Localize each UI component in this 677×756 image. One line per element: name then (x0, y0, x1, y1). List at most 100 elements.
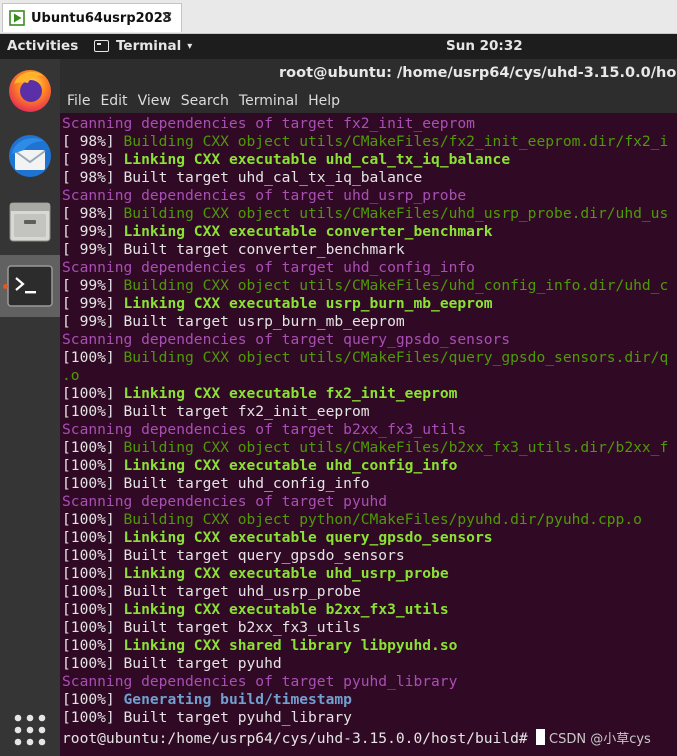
terminal-line: [100%] Generating build/timestamp (62, 691, 352, 709)
terminal-text-segment: root@ubuntu:/home/usrp64/cys/uhd-3.15.0.… (62, 730, 537, 747)
terminal-text-segment: Linking CXX executable b2xx_fx3_utils (123, 601, 449, 618)
vm-play-icon (9, 10, 25, 26)
terminal-text-segment: [100%] (62, 385, 124, 402)
terminal-line: Scanning dependencies of target uhd_usrp… (62, 187, 466, 205)
terminal-text-segment: [ 99%] Built target usrp_burn_mb_eeprom (62, 313, 405, 330)
terminal-text-segment: Scanning dependencies of target pyuhd (62, 493, 388, 510)
terminal-text-segment: [ 98%] (62, 133, 124, 150)
dock-item-thunderbird[interactable] (0, 125, 60, 187)
terminal-text-segment: Building CXX object utils/CMakeFiles/fx2… (123, 133, 669, 150)
menu-item-edit[interactable]: Edit (100, 93, 127, 109)
terminal-text-segment: Linking CXX executable query_gpsdo_senso… (123, 529, 493, 546)
terminal-line: [100%] Built target fx2_init_eeprom (62, 403, 370, 421)
terminal-text-segment: [100%] (62, 637, 124, 654)
terminal-line: [100%] Built target uhd_usrp_probe (62, 583, 361, 601)
dock-item-show-applications[interactable] (0, 699, 60, 756)
terminal-text-segment: .o (62, 367, 80, 384)
terminal-line: Scanning dependencies of target query_gp… (62, 331, 510, 349)
terminal-text-segment: [100%] Built target query_gpsdo_sensors (62, 547, 405, 564)
terminal-text-segment: [ 98%] (62, 205, 124, 222)
activities-button[interactable]: Activities (7, 38, 78, 54)
terminal-small-icon (94, 40, 109, 52)
terminal-line: [ 98%] Building CXX object utils/CMakeFi… (62, 205, 668, 223)
top-panel: Activities Terminal ▾ Sun 20:32 (0, 34, 677, 59)
terminal-line: [100%] Linking CXX executable query_gpsd… (62, 529, 493, 547)
terminal-line: Scanning dependencies of target pyuhd_li… (62, 673, 457, 691)
terminal-text-segment: Scanning dependencies of target query_gp… (62, 331, 511, 348)
terminal-text-segment: Building CXX object python/CMakeFiles/py… (123, 511, 642, 528)
terminal-line: [ 99%] Built target converter_benchmark (62, 241, 405, 259)
app-menu-label: Terminal (116, 38, 182, 54)
terminal-text-segment: Linking CXX executable usrp_burn_mb_eepr… (123, 295, 493, 312)
dock (0, 59, 60, 756)
terminal-text-segment: Linking CXX executable uhd_config_info (123, 457, 458, 474)
terminal-text-segment: Scanning dependencies of target uhd_conf… (62, 259, 475, 276)
terminal-text-segment: Linking CXX executable uhd_cal_tx_iq_bal… (123, 151, 511, 168)
terminal-text-segment: [100%] (62, 457, 124, 474)
vm-tab[interactable]: Ubuntu64usrp2023 ✕ (2, 3, 182, 32)
terminal-line: [100%] Linking CXX executable uhd_usrp_p… (62, 565, 449, 583)
terminal-text-segment: Scanning dependencies of target fx2_init… (62, 115, 475, 132)
terminal-line: [100%] Built target uhd_config_info (62, 475, 370, 493)
watermark: CSDN @小草cys (549, 732, 651, 747)
terminal-text-segment: [100%] Built target b2xx_fx3_utils (62, 619, 361, 636)
terminal-text-segment: Generating build/timestamp (123, 691, 352, 708)
terminal-line: [ 98%] Built target uhd_cal_tx_iq_balanc… (62, 169, 422, 187)
terminal-line: [100%] Linking CXX shared library libpyu… (62, 637, 457, 655)
thunderbird-icon (9, 135, 51, 177)
terminal-line: [100%] Built target query_gpsdo_sensors (62, 547, 405, 565)
terminal-output[interactable]: Scanning dependencies of target fx2_init… (60, 113, 677, 756)
terminal-title: root@ubuntu: /home/usrp64/cys/uhd-3.15.0… (279, 65, 677, 81)
terminal-line: [ 99%] Linking CXX executable converter_… (62, 223, 493, 241)
terminal-line: [ 98%] Linking CXX executable uhd_cal_tx… (62, 151, 510, 169)
terminal-line: [100%] Built target b2xx_fx3_utils (62, 619, 361, 637)
terminal-line: .o (62, 367, 80, 385)
menu-item-view[interactable]: View (138, 93, 171, 109)
terminal-text-segment: Linking CXX shared library libpyuhd.so (123, 637, 458, 654)
terminal-line: [100%] Linking CXX executable fx2_init_e… (62, 385, 457, 403)
chevron-down-icon: ▾ (187, 40, 193, 52)
terminal-text-segment: [100%] (62, 601, 124, 618)
terminal-text-segment: Scanning dependencies of target b2xx_fx3… (62, 421, 467, 438)
terminal-text-segment: Building CXX object utils/CMakeFiles/uhd… (123, 205, 669, 222)
terminal-line: Scanning dependencies of target b2xx_fx3… (62, 421, 466, 439)
terminal-titlebar[interactable]: root@ubuntu: /home/usrp64/cys/uhd-3.15.0… (60, 59, 677, 89)
text-cursor (536, 729, 546, 745)
menu-item-file[interactable]: File (67, 93, 90, 109)
app-menu-button[interactable]: Terminal ▾ (94, 38, 192, 54)
terminal-text-segment: Linking CXX executable fx2_init_eeprom (123, 385, 458, 402)
vm-tab-title: Ubuntu64usrp2023 (31, 10, 172, 26)
dock-item-firefox[interactable] (0, 59, 60, 121)
dock-item-terminal[interactable] (0, 255, 60, 317)
terminal-text-segment: [100%] (62, 439, 124, 456)
terminal-text-segment: Building CXX object utils/CMakeFiles/que… (123, 349, 669, 366)
terminal-text-segment: [100%] Built target fx2_init_eeprom (62, 403, 370, 420)
terminal-line: [100%] Built target pyuhd_library (62, 709, 352, 727)
terminal-line: [ 99%] Linking CXX executable usrp_burn_… (62, 295, 493, 313)
vm-tab-bar: Ubuntu64usrp2023 ✕ (0, 0, 677, 34)
active-indicator (3, 284, 8, 289)
menu-item-search[interactable]: Search (181, 93, 229, 109)
terminal-line: [100%] Building CXX object python/CMakeF… (62, 511, 642, 529)
terminal-line: [ 99%] Building CXX object utils/CMakeFi… (62, 277, 668, 295)
terminal-line: [100%] Building CXX object utils/CMakeFi… (62, 349, 668, 367)
menu-item-terminal[interactable]: Terminal (239, 93, 298, 109)
close-icon[interactable]: ✕ (159, 9, 175, 25)
terminal-window[interactable]: root@ubuntu: /home/usrp64/cys/uhd-3.15.0… (60, 59, 677, 756)
terminal-text-segment: [ 99%] (62, 223, 124, 240)
terminal-line: root@ubuntu:/home/usrp64/cys/uhd-3.15.0.… (62, 727, 546, 747)
terminal-text-segment: [100%] (62, 511, 124, 528)
terminal-line: [ 98%] Building CXX object utils/CMakeFi… (62, 133, 668, 151)
terminal-text-segment: Linking CXX executable uhd_usrp_probe (123, 565, 449, 582)
terminal-line: Scanning dependencies of target fx2_init… (62, 115, 475, 133)
terminal-line: [100%] Built target pyuhd (62, 655, 282, 673)
terminal-text-segment: [100%] (62, 349, 124, 366)
menu-item-help[interactable]: Help (308, 93, 340, 109)
dock-item-files[interactable] (0, 191, 60, 253)
terminal-text-segment: [100%] Built target uhd_usrp_probe (62, 583, 361, 600)
clock[interactable]: Sun 20:32 (446, 38, 523, 54)
terminal-text-segment: Linking CXX executable converter_benchma… (123, 223, 493, 240)
terminal-text-segment: [ 99%] (62, 277, 124, 294)
terminal-text-segment: [ 99%] Built target converter_benchmark (62, 241, 405, 258)
terminal-text-segment: [100%] Built target uhd_config_info (62, 475, 370, 492)
